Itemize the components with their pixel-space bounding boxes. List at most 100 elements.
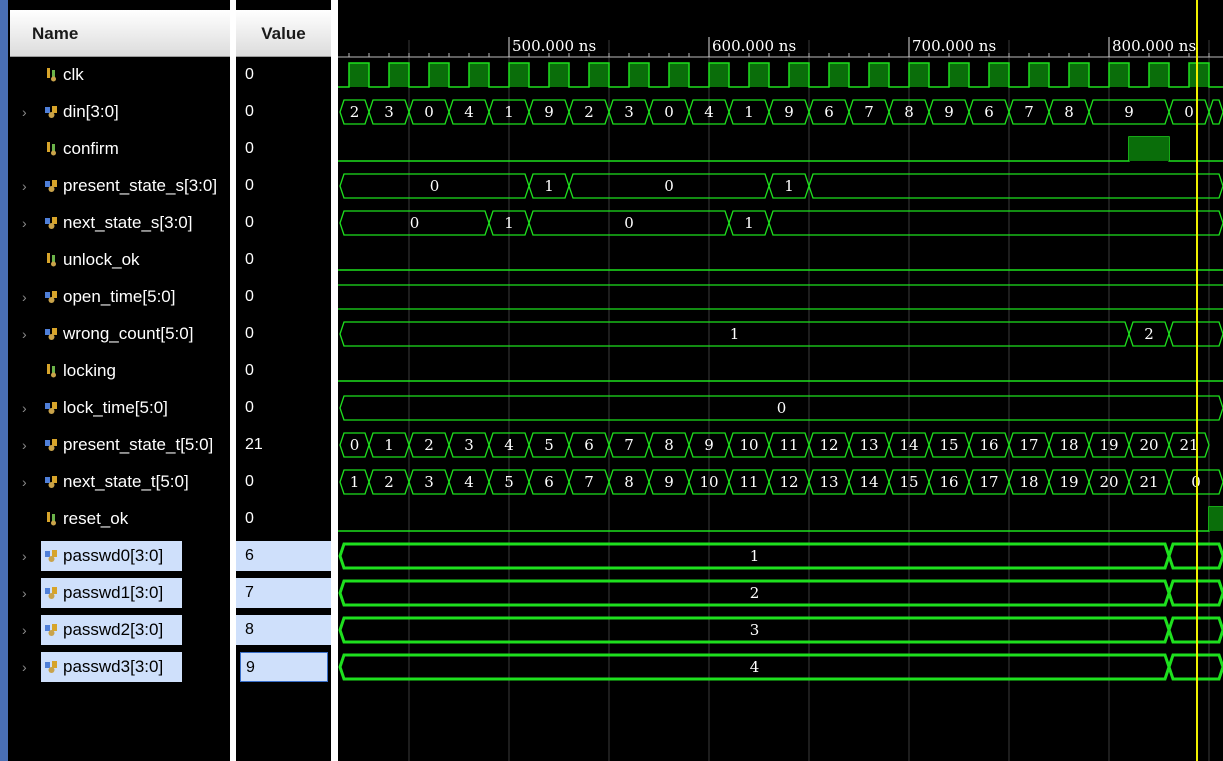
- bus-value-label: 14: [899, 436, 918, 454]
- expand-chevron-icon[interactable]: ›: [22, 583, 36, 603]
- clock-high-fill: [589, 63, 609, 87]
- name-column-header[interactable]: Name: [10, 10, 230, 57]
- bus-value-label: 4: [464, 103, 474, 121]
- expand-chevron-icon[interactable]: ›: [22, 546, 36, 566]
- signal-value-cell[interactable]: 0: [236, 319, 331, 349]
- signal-row[interactable]: › open_time[5:0]: [8, 282, 230, 312]
- bus-value-label: 9: [1124, 103, 1134, 121]
- bus-value-label: 8: [624, 473, 634, 491]
- expand-chevron-icon[interactable]: ›: [22, 435, 36, 455]
- expand-chevron-icon[interactable]: ›: [22, 472, 36, 492]
- bus-value-label: 6: [824, 103, 834, 121]
- signal-row[interactable]: › next_state_t[5:0]: [8, 467, 230, 497]
- value-column-header[interactable]: Value: [236, 10, 331, 57]
- bus-signal-icon: [44, 659, 59, 674]
- bus-value-label: 4: [750, 658, 760, 676]
- signal-row[interactable]: › passwd3[3:0]: [8, 652, 230, 682]
- signal-row[interactable]: clk: [8, 60, 230, 90]
- bus-value-label: 11: [779, 436, 798, 454]
- expand-chevron-icon[interactable]: ›: [22, 287, 36, 307]
- expand-chevron-icon[interactable]: ›: [22, 657, 36, 677]
- signal-value-cell[interactable]: 0: [236, 504, 331, 534]
- signal-row[interactable]: unlock_ok: [8, 245, 230, 275]
- signal-value-cell[interactable]: 0: [236, 97, 331, 127]
- signal-row[interactable]: › passwd1[3:0]: [8, 578, 230, 608]
- signal-value-cell[interactable]: 0: [236, 393, 331, 423]
- bus-value-label: 15: [899, 473, 918, 491]
- bit-signal-icon: [44, 252, 59, 267]
- signal-value-cell[interactable]: 0: [236, 208, 331, 238]
- waveform-pane[interactable]: 500.000 ns 600.000 ns 700.000 ns 800.000 ns…: [338, 0, 1223, 761]
- expand-chevron-icon[interactable]: ›: [22, 213, 36, 233]
- clock-high-fill: [1069, 63, 1089, 87]
- bus-value-label: 1: [384, 436, 394, 454]
- signal-value-cell[interactable]: 0: [236, 60, 331, 90]
- signal-row[interactable]: › present_state_t[5:0]: [8, 430, 230, 460]
- left-edge-strip: [0, 0, 8, 761]
- signal-value-cell[interactable]: 0: [236, 134, 331, 164]
- signal-value-cell[interactable]: 0: [236, 467, 331, 497]
- signal-row[interactable]: confirm: [8, 134, 230, 164]
- signal-value-cell[interactable]: 6: [236, 541, 331, 571]
- bus-value-label: 0: [664, 103, 674, 121]
- signal-value: 8: [245, 621, 254, 638]
- signal-row[interactable]: › wrong_count[5:0]: [8, 319, 230, 349]
- signal-value: 0: [245, 510, 254, 527]
- signal-value-cell[interactable]: 21: [236, 430, 331, 460]
- signal-name: present_state_s[3:0]: [63, 176, 218, 195]
- clock-high-fill: [509, 63, 529, 87]
- bus-value-label: 0: [424, 103, 434, 121]
- bit-signal-icon: [44, 67, 59, 82]
- signal-value: 0: [245, 399, 254, 416]
- signal-row[interactable]: › lock_time[5:0]: [8, 393, 230, 423]
- signal-row[interactable]: › present_state_s[3:0]: [8, 171, 230, 201]
- bit-signal-icon: [44, 511, 59, 526]
- signal-row[interactable]: reset_ok: [8, 504, 230, 534]
- signal-row[interactable]: › passwd2[3:0]: [8, 615, 230, 645]
- bus-value-label: 9: [704, 436, 714, 454]
- bus-segment: [808, 173, 1223, 199]
- bus-value-label: 13: [819, 473, 838, 491]
- expand-chevron-icon[interactable]: ›: [22, 176, 36, 196]
- signal-value-cell[interactable]: 8: [236, 615, 331, 645]
- expand-chevron-icon[interactable]: ›: [22, 324, 36, 344]
- ruler-tick-label: 800.000 ns: [1112, 37, 1196, 55]
- confirm-high-fill: [1129, 137, 1169, 161]
- bus-value-label: 3: [624, 103, 634, 121]
- signal-row[interactable]: › din[3:0]: [8, 97, 230, 127]
- expand-chevron-icon[interactable]: ›: [22, 102, 36, 122]
- signal-name: reset_ok: [63, 509, 129, 528]
- clock-high-fill: [949, 63, 969, 87]
- signal-value-cell[interactable]: 9: [240, 652, 328, 682]
- signal-value: 0: [245, 177, 254, 194]
- waveform-canvas[interactable]: 500.000 ns 600.000 ns 700.000 ns 800.000 ns…: [338, 0, 1223, 761]
- signal-value-cell[interactable]: 0: [236, 245, 331, 275]
- clock-high-fill: [909, 63, 929, 87]
- clock-high-fill: [869, 63, 889, 87]
- bus-value-label: 1: [544, 177, 554, 195]
- bus-value-label: 0: [350, 436, 360, 454]
- bus-value-label: 1: [744, 214, 754, 232]
- expand-chevron-icon[interactable]: ›: [22, 620, 36, 640]
- signal-row[interactable]: › passwd0[3:0]: [8, 541, 230, 571]
- signal-value-cell[interactable]: 0: [236, 356, 331, 386]
- signal-row[interactable]: › next_state_s[3:0]: [8, 208, 230, 238]
- signal-value-cell[interactable]: 0: [236, 282, 331, 312]
- bus-value-label: 5: [544, 436, 554, 454]
- bus-value-label: 4: [704, 103, 714, 121]
- clock-high-fill: [549, 63, 569, 87]
- signal-value-cell[interactable]: 0: [236, 171, 331, 201]
- bus-value-label: 2: [1144, 325, 1154, 343]
- bus-value-label: 10: [739, 436, 758, 454]
- bus-value-label: 1: [504, 214, 514, 232]
- signal-row[interactable]: locking: [8, 356, 230, 386]
- bus-value-label: 0: [624, 214, 634, 232]
- bus-value-label: 21: [1139, 473, 1158, 491]
- clock-high-fill: [1029, 63, 1049, 87]
- signal-name: open_time[5:0]: [63, 287, 176, 306]
- signal-name: wrong_count[5:0]: [63, 324, 194, 343]
- signal-value-cell[interactable]: 7: [236, 578, 331, 608]
- expand-chevron-icon[interactable]: ›: [22, 398, 36, 418]
- clock-high-fill: [709, 63, 729, 87]
- column-divider[interactable]: [331, 0, 338, 761]
